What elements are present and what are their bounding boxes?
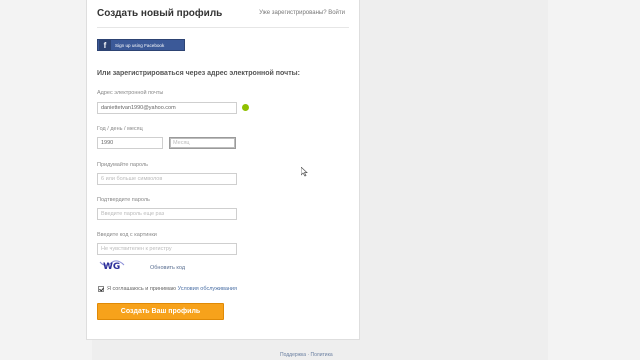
card-header: Создать новый профиль Уже зарегистрирова… <box>97 8 349 22</box>
login-link[interactable]: Уже зарегистрированы? Войти <box>259 10 345 16</box>
birth-month-field[interactable]: Месяц <box>169 137 236 149</box>
create-profile-button[interactable]: Создать Ваш профиль <box>97 303 224 320</box>
check-ok-icon <box>242 104 249 111</box>
password-field[interactable]: 6 или больше символов <box>97 173 237 185</box>
background-right <box>548 0 640 360</box>
password-label: Придумайте пароль <box>97 162 149 168</box>
email-field[interactable]: daniettetvan1990@yahoo.com <box>97 102 237 114</box>
agree-text: Я соглашаюсь и принимаю Условия обслужив… <box>107 286 237 292</box>
captcha-label: Введите код с картинки <box>97 232 157 238</box>
email-label: Адрес электронной почты <box>97 90 164 96</box>
captcha-image: WG <box>99 260 125 271</box>
facebook-icon: f <box>99 40 111 50</box>
header-divider <box>97 27 349 28</box>
password-confirm-label: Подтвердите пароль <box>97 197 150 203</box>
captcha-field[interactable]: Не чувствителен к регистру <box>97 243 237 255</box>
terms-link[interactable]: Условия обслуживания <box>178 286 237 292</box>
background-left <box>0 0 92 360</box>
agree-checkbox[interactable] <box>98 286 104 292</box>
captcha-refresh-link[interactable]: Обновить код <box>150 265 185 271</box>
captcha-text: WG <box>103 262 120 271</box>
facebook-signup-label: Sign up using Facebook <box>115 42 165 48</box>
facebook-signup-button[interactable]: f Sign up using Facebook <box>97 39 185 51</box>
birthdate-label: Год / день / месяц <box>97 126 143 132</box>
password-confirm-field[interactable]: Введите пароль еще раз <box>97 208 237 220</box>
page-title: Создать новый профиль <box>97 8 223 19</box>
agree-label: Я соглашаюсь и принимаю <box>107 286 177 292</box>
birth-year-field[interactable]: 1990 <box>97 137 163 149</box>
email-section-title: Или зарегистрироваться через адрес элект… <box>97 70 300 77</box>
footer-links[interactable]: Поддержка · Политика <box>280 352 333 358</box>
mouse-cursor-icon <box>301 167 308 177</box>
